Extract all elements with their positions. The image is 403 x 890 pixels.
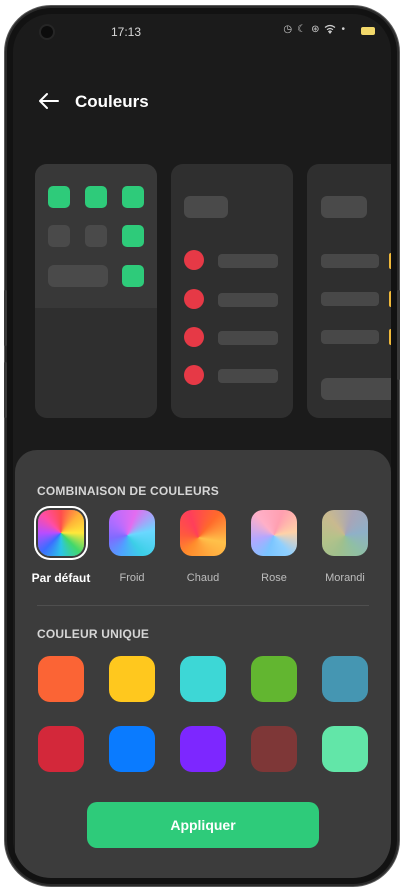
page-title: Couleurs — [75, 92, 149, 111]
hotspot-icon: ⊛ — [311, 24, 320, 35]
preview-bar — [218, 254, 278, 268]
preview-dot — [184, 365, 204, 385]
preview-card-list — [171, 164, 293, 418]
preview-toggle — [389, 253, 391, 269]
combo-label-default: Par défaut — [31, 571, 91, 585]
preview-bar — [218, 293, 278, 307]
single-section-title: COULEUR UNIQUE — [37, 627, 150, 641]
single-color-swatch[interactable] — [38, 656, 84, 702]
combo-label-chaud: Chaud — [186, 572, 220, 584]
preview-widget — [48, 265, 108, 287]
single-color-swatch[interactable] — [322, 726, 368, 772]
combo-swatch-morandi[interactable] — [322, 510, 368, 556]
theme-preview-carousel[interactable] — [13, 164, 391, 424]
preview-app-icon — [48, 225, 70, 247]
preview-app-icon — [85, 225, 107, 247]
single-color-swatch[interactable] — [322, 656, 368, 702]
preview-header-pill — [184, 196, 228, 218]
volume-down-button — [4, 362, 7, 418]
preview-header-pill — [321, 196, 367, 218]
preview-app-icon — [122, 225, 144, 247]
preview-bar — [218, 369, 278, 383]
preview-dot — [184, 289, 204, 309]
power-button — [397, 290, 400, 380]
preview-bar — [321, 254, 379, 268]
back-arrow-icon[interactable] — [36, 88, 62, 114]
wifi-icon — [324, 24, 336, 37]
preview-bar — [321, 330, 379, 344]
preview-toggle — [389, 291, 391, 307]
preview-app-icon — [122, 265, 144, 287]
combo-label-froid: Froid — [119, 572, 145, 584]
status-icons: ◷ ☾ ⊛ • — [283, 24, 345, 37]
phone-frame: 17:13 ◷ ☾ ⊛ • Couleurs COMBINAISON DE CO… — [7, 8, 397, 884]
single-color-swatch[interactable] — [251, 726, 297, 772]
color-picker-sheet: COMBINAISON DE COULEURS Par défaut Froid… — [15, 450, 391, 878]
single-color-swatch[interactable] — [109, 656, 155, 702]
screen: 17:13 ◷ ☾ ⊛ • Couleurs COMBINAISON DE CO… — [13, 14, 391, 878]
apply-button[interactable]: Appliquer — [87, 802, 319, 848]
preview-dot — [184, 327, 204, 347]
signal-icon: • — [341, 24, 345, 35]
preview-app-icon — [48, 186, 70, 208]
preview-widget — [321, 378, 391, 400]
single-color-swatch[interactable] — [109, 726, 155, 772]
preview-card-settings — [307, 164, 391, 418]
single-color-swatch[interactable] — [180, 656, 226, 702]
single-color-swatch[interactable] — [251, 656, 297, 702]
combo-swatch-rose[interactable] — [251, 510, 297, 556]
dnd-icon: ☾ — [297, 24, 307, 35]
front-camera — [41, 26, 53, 38]
battery-icon — [361, 27, 375, 35]
combo-section-title: COMBINAISON DE COULEURS — [37, 484, 219, 498]
preview-dot — [184, 250, 204, 270]
preview-app-icon — [122, 186, 144, 208]
section-divider — [37, 605, 369, 606]
combo-label-rose: Rose — [261, 572, 287, 584]
combo-swatch-chaud[interactable] — [180, 510, 226, 556]
single-color-swatch[interactable] — [180, 726, 226, 772]
preview-app-icon — [85, 186, 107, 208]
alarm-icon: ◷ — [283, 24, 293, 35]
status-bar: 17:13 ◷ ☾ ⊛ • — [13, 14, 391, 50]
preview-toggle — [389, 329, 391, 345]
single-color-swatch[interactable] — [38, 726, 84, 772]
volume-up-button — [4, 290, 7, 346]
preview-bar — [218, 331, 278, 345]
combo-label-morandi: Morandi — [325, 572, 365, 584]
combo-swatch-default[interactable] — [38, 510, 84, 556]
combo-swatch-froid[interactable] — [109, 510, 155, 556]
preview-card-home — [35, 164, 157, 418]
app-header: Couleurs — [13, 84, 391, 120]
preview-bar — [321, 292, 379, 306]
status-time: 17:13 — [111, 25, 142, 39]
